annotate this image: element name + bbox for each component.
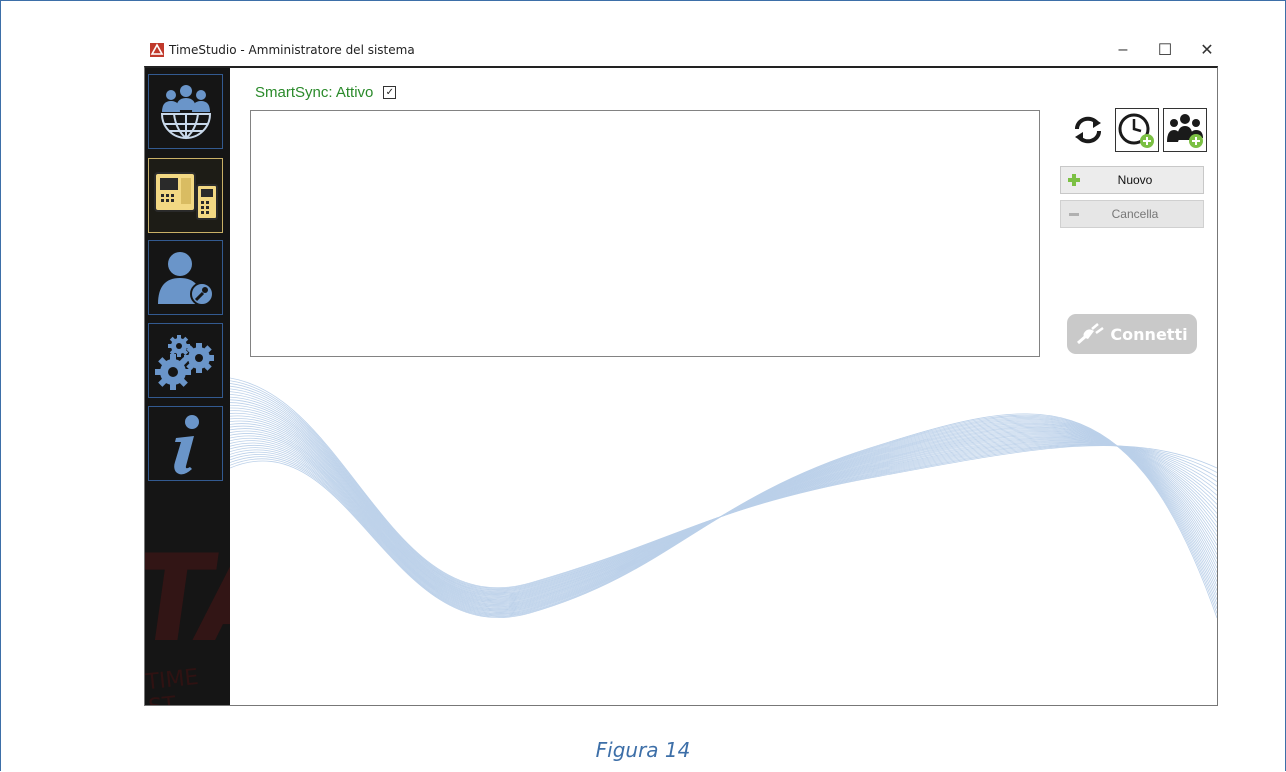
wave-line	[230, 377, 1217, 589]
plus-icon	[1068, 174, 1080, 186]
new-button[interactable]: Nuovo	[1060, 166, 1204, 194]
terminal-devices-icon	[153, 171, 218, 220]
user-key-icon	[157, 251, 214, 306]
connect-button[interactable]: Connetti	[1067, 314, 1197, 354]
minimize-button[interactable]: –	[1100, 36, 1146, 64]
devices-list[interactable]	[250, 110, 1040, 357]
refresh-button[interactable]	[1065, 108, 1111, 152]
clock-sync-button[interactable]	[1115, 108, 1159, 152]
wave-line	[230, 385, 1217, 591]
delete-button-label: Cancella	[1111, 207, 1159, 221]
decorative-wave	[230, 377, 1217, 619]
users-globe-icon	[160, 84, 211, 139]
plug-icon	[1077, 323, 1105, 345]
delete-button[interactable]: Cancella	[1060, 200, 1204, 228]
smartsync-label: SmartSync: Attivo	[255, 84, 374, 101]
group-add-icon	[1167, 114, 1203, 148]
toolbar-icons	[1065, 108, 1207, 152]
sidebar-watermark-sub: TIME ST	[145, 664, 200, 705]
sidebar-item-users-network[interactable]	[148, 74, 223, 149]
smartsync-checkbox[interactable]: ✓	[383, 86, 397, 99]
app-logo-icon	[150, 43, 164, 57]
connect-button-label: Connetti	[1110, 324, 1188, 344]
sidebar-item-settings[interactable]	[148, 323, 223, 398]
refresh-icon	[1075, 116, 1101, 144]
main-panel: SmartSync: Attivo ✓ Nuovo Cancella Conne…	[230, 68, 1217, 705]
app-window: TA TIME ST	[144, 66, 1218, 706]
title-bar: TimeStudio - Amministratore del sistema …	[144, 36, 1218, 64]
maximize-button[interactable]: ☐	[1142, 36, 1188, 64]
window-title: TimeStudio - Amministratore del sistema	[169, 43, 415, 57]
sidebar-item-info[interactable]	[148, 406, 223, 481]
wave-line	[230, 380, 1217, 590]
info-icon	[173, 414, 199, 474]
wave-line	[230, 388, 1217, 592]
new-button-label: Nuovo	[1117, 173, 1153, 187]
clock-add-icon	[1118, 113, 1154, 148]
sidebar-watermark: TA	[145, 530, 230, 669]
smartsync-row: SmartSync: Attivo ✓	[255, 84, 397, 101]
minus-icon	[1069, 213, 1079, 216]
wave-line	[230, 383, 1217, 590]
sidebar-item-user-key[interactable]	[148, 240, 223, 315]
group-sync-button[interactable]	[1163, 108, 1207, 152]
figure-caption: Figura 14	[595, 738, 691, 762]
close-button[interactable]: ✕	[1184, 36, 1230, 64]
sidebar-item-terminals[interactable]	[148, 158, 223, 233]
gears-icon	[154, 334, 214, 390]
sidebar: TA TIME ST	[145, 68, 230, 705]
